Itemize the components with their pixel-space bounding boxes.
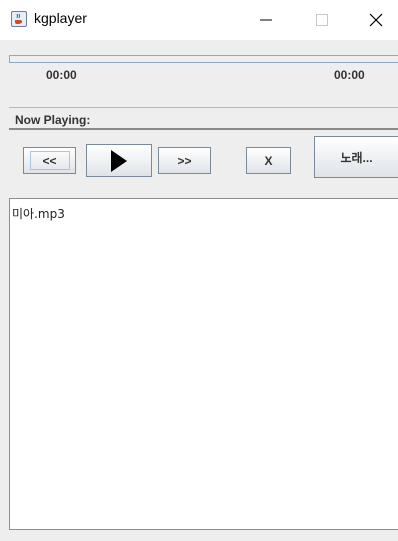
divider	[9, 128, 398, 130]
previous-button[interactable]: <<	[23, 147, 76, 174]
minimize-button[interactable]	[244, 0, 288, 40]
remove-button[interactable]: X	[246, 147, 291, 174]
control-panel: 00:00 00:00 Now Playing: << >> X 노래...	[0, 40, 398, 198]
title-bar[interactable]: kgplayer	[0, 0, 398, 40]
now-playing-label: Now Playing:	[15, 113, 91, 127]
window-bottom-edge	[0, 530, 398, 541]
divider	[9, 107, 398, 108]
maximize-button[interactable]	[300, 0, 344, 40]
remove-label: X	[264, 153, 273, 168]
close-icon	[369, 13, 383, 27]
minimize-icon	[260, 19, 272, 21]
song-label: 노래...	[340, 150, 373, 165]
play-button[interactable]	[86, 144, 152, 177]
play-icon	[111, 149, 127, 172]
previous-label: <<	[42, 153, 57, 168]
next-button[interactable]: >>	[158, 147, 211, 174]
window-title: kgplayer	[34, 10, 87, 26]
total-time: 00:00	[334, 68, 365, 82]
close-button[interactable]	[354, 0, 398, 40]
song-button[interactable]: 노래...	[314, 136, 398, 178]
elapsed-time: 00:00	[46, 68, 77, 82]
java-cup-icon	[11, 11, 27, 27]
next-label: >>	[177, 153, 192, 168]
playlist[interactable]: 미아.mp3	[9, 198, 398, 530]
maximize-icon	[316, 14, 328, 26]
window-edge	[0, 40, 9, 541]
progress-slider[interactable]	[9, 55, 398, 63]
list-item[interactable]: 미아.mp3	[12, 205, 65, 222]
